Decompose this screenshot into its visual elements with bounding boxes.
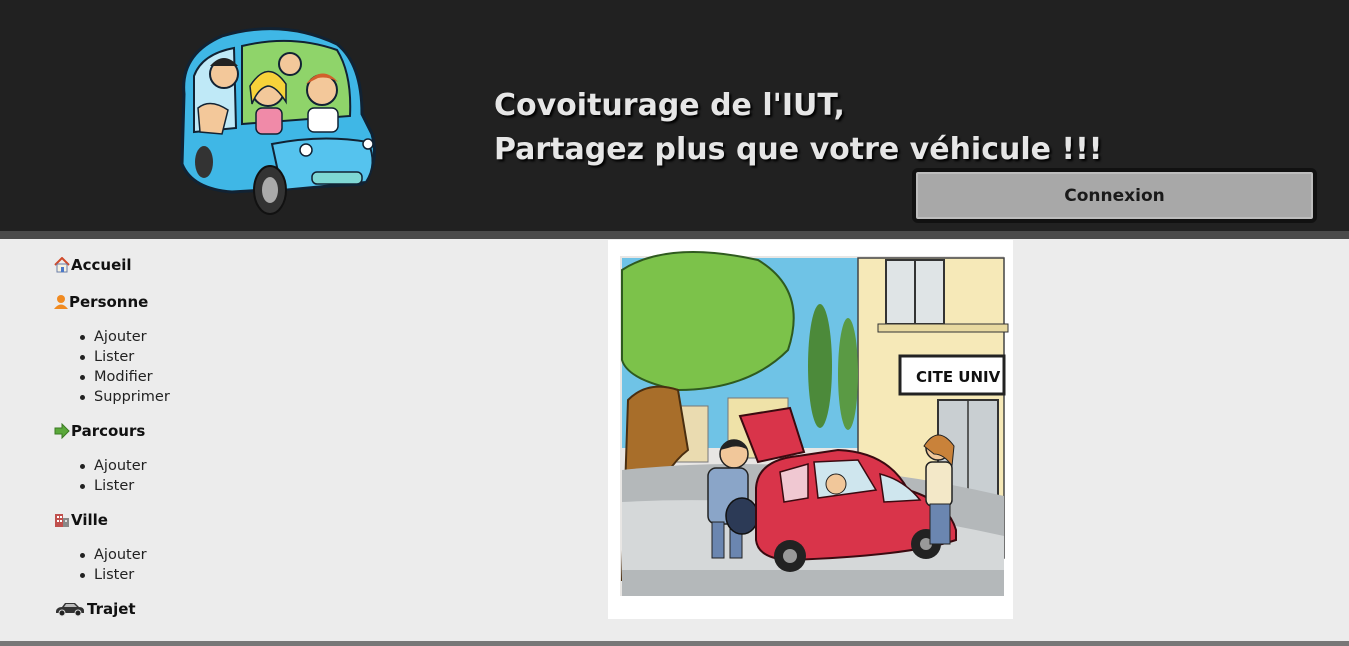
menu-item-parcours[interactable]: Parcours (54, 420, 354, 442)
arrow-right-icon (54, 423, 70, 439)
menu-item-ville[interactable]: Ville (54, 509, 354, 531)
house-icon (54, 257, 70, 273)
menu-item-personne[interactable]: Personne (54, 291, 354, 313)
menu-item-accueil[interactable]: Accueil (54, 254, 354, 276)
menu-label-trajet: Trajet (87, 600, 136, 618)
tagline-line-2: Partagez plus que votre véhicule !!! (494, 132, 1103, 167)
parcours-ajouter-link[interactable]: Ajouter (78, 456, 354, 476)
menu-label-accueil: Accueil (71, 256, 132, 274)
illustration-sign-text: CITE UNIV (916, 368, 1001, 386)
menu-label-ville: Ville (71, 511, 108, 529)
building-icon (55, 514, 69, 527)
parcours-lister-link[interactable]: Lister (78, 476, 354, 496)
personne-modifier-link[interactable]: Modifier (78, 367, 354, 387)
person-icon (54, 295, 68, 309)
personne-lister-link[interactable]: Lister (78, 347, 354, 367)
page-bottom-border (0, 641, 1349, 646)
menu-label-personne: Personne (69, 293, 149, 311)
tagline-line-1: Covoiturage de l'IUT, (494, 88, 845, 123)
parcours-submenu: Ajouter Lister (78, 456, 354, 496)
menu-label-parcours: Parcours (71, 422, 146, 440)
personne-ajouter-link[interactable]: Ajouter (78, 327, 354, 347)
site-tagline: Covoiturage de l'IUT, Partagez plus que … (494, 84, 1102, 172)
header-divider (0, 231, 1349, 239)
sidebar-menu: Accueil Personne Ajouter Lister Modifier… (54, 254, 354, 620)
connexion-button[interactable]: Connexion (912, 168, 1317, 223)
header-banner: Covoiturage de l'IUT, Partagez plus que … (0, 0, 1349, 231)
ville-submenu: Ajouter Lister (78, 545, 354, 585)
carpool-illustration: CITE UNIV (608, 240, 1013, 619)
menu-item-trajet[interactable]: Trajet (54, 598, 354, 620)
ville-lister-link[interactable]: Lister (78, 565, 354, 585)
personne-submenu: Ajouter Lister Modifier Supprimer (78, 327, 354, 407)
car-icon (56, 603, 84, 617)
carpool-logo-image (180, 27, 376, 215)
ville-ajouter-link[interactable]: Ajouter (78, 545, 354, 565)
personne-supprimer-link[interactable]: Supprimer (78, 387, 354, 407)
